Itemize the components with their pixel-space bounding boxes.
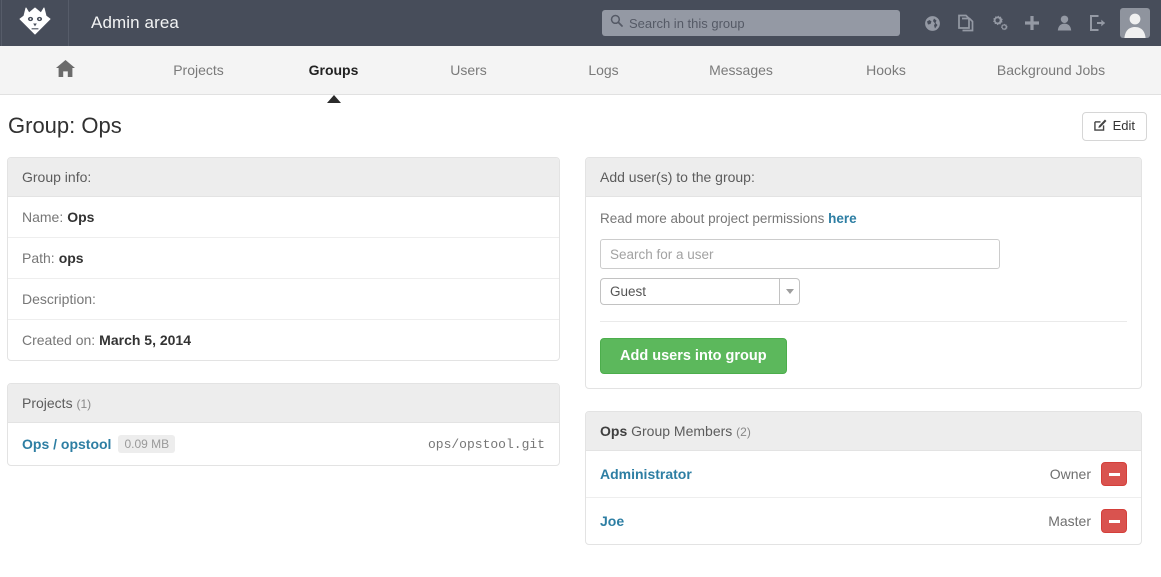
access-level-value: Guest [601,279,779,304]
form-divider [600,321,1127,322]
row-value: March 5, 2014 [99,332,191,348]
members-group-name: Ops [600,423,627,439]
group-info-row-path: Path: ops [8,238,559,279]
chevron-down-icon[interactable] [779,279,799,304]
search-input[interactable] [629,16,892,31]
group-info-row-description: Description: [8,279,559,320]
user-icon[interactable] [1048,0,1081,46]
page-content: Group info: Name: Ops Path: ops Descript… [0,157,1161,567]
row-label: Description: [22,291,96,307]
row-label: Name: [22,209,63,225]
nav-item-logs[interactable]: Logs [536,46,671,94]
nav-item-background-jobs[interactable]: Background Jobs [961,46,1141,94]
user-avatar-icon [1120,8,1150,38]
permissions-help-link[interactable]: here [828,211,857,226]
row-label: Path: [22,250,55,266]
row-label: Created on: [22,332,95,348]
projects-panel-label: Projects [22,395,73,411]
nav-label: Projects [173,62,224,78]
member-row: Joe Master [586,498,1141,544]
edit-button-label: Edit [1113,118,1135,133]
add-users-panel: Add user(s) to the group: Read more abou… [585,157,1142,389]
members-panel-label: Group Members [631,423,732,439]
member-access-level: Owner [1050,466,1091,482]
group-members-panel: Ops Group Members (2) Administrator Owne… [585,411,1142,545]
admin-nav-bar: Projects Groups Users Logs Messages Hook… [0,46,1161,95]
member-access-level: Master [1048,513,1091,529]
nav-item-messages[interactable]: Messages [671,46,811,94]
remove-member-button[interactable] [1101,462,1127,486]
minus-icon [1109,473,1120,476]
right-column: Add user(s) to the group: Read more abou… [585,157,1142,567]
nav-item-users[interactable]: Users [401,46,536,94]
projects-panel-title: Projects (1) [8,384,559,423]
nav-item-home[interactable] [0,46,131,94]
avatar[interactable] [1120,8,1150,38]
members-count: (2) [736,425,751,439]
plus-icon[interactable] [1015,0,1048,46]
member-name-link[interactable]: Joe [600,513,624,529]
search-icon [610,14,623,32]
nav-item-groups[interactable]: Groups [266,46,401,94]
gears-icon[interactable] [982,0,1015,46]
group-info-panel-title: Group info: [8,158,559,197]
app-title: Admin area [91,13,179,33]
add-users-into-group-button[interactable]: Add users into group [600,338,787,374]
member-actions: Master [1048,509,1127,533]
page-title: Group: Ops [8,113,122,139]
group-info-row-created-on: Created on: March 5, 2014 [8,320,559,360]
files-icon[interactable] [949,0,982,46]
project-row: Ops / opstool 0.09 MB ops/opstool.git [8,423,559,465]
nav-label: Background Jobs [997,62,1105,78]
member-row: Administrator Owner [586,451,1141,498]
nav-label: Users [450,62,487,78]
gitlab-fox-logo-icon [18,6,52,41]
group-info-row-name: Name: Ops [8,197,559,238]
search-box[interactable] [602,10,900,36]
projects-count: (1) [76,397,91,411]
left-column: Group info: Name: Ops Path: ops Descript… [7,157,560,567]
nav-label: Logs [588,62,618,78]
permissions-note: Read more about project permissions here [600,211,1127,226]
gitlab-logo-link[interactable] [1,0,69,46]
pencil-square-icon [1094,118,1107,134]
globe-icon[interactable] [916,0,949,46]
permissions-note-text: Read more about project permissions [600,211,824,226]
header-actions [602,0,1161,46]
add-users-form: Read more about project permissions here… [586,197,1141,388]
access-level-select[interactable]: Guest [600,278,800,305]
group-info-panel: Group info: Name: Ops Path: ops Descript… [7,157,560,361]
edit-button[interactable]: Edit [1082,112,1147,141]
member-name-link[interactable]: Administrator [600,466,692,482]
minus-icon [1109,520,1120,523]
group-members-panel-title: Ops Group Members (2) [586,412,1141,451]
nav-item-hooks[interactable]: Hooks [811,46,961,94]
nav-label: Messages [709,62,773,78]
projects-panel: Projects (1) Ops / opstool 0.09 MB ops/o… [7,383,560,466]
sign-out-icon[interactable] [1081,0,1114,46]
user-search-input[interactable] [600,239,1000,269]
member-actions: Owner [1050,462,1127,486]
add-users-panel-title: Add user(s) to the group: [586,158,1141,197]
row-value: Ops [67,209,94,225]
project-repo-path: ops/opstool.git [428,437,545,452]
remove-member-button[interactable] [1101,509,1127,533]
nav-label: Groups [309,62,359,78]
home-icon [55,59,76,81]
project-size-badge: 0.09 MB [118,435,175,453]
nav-label: Hooks [866,62,906,78]
project-link[interactable]: Ops / opstool [22,436,111,452]
active-tab-caret-icon [327,95,341,103]
row-value: ops [59,250,84,266]
top-header-bar: Admin area [0,0,1161,46]
nav-item-projects[interactable]: Projects [131,46,266,94]
page-header: Group: Ops Edit [0,95,1161,157]
